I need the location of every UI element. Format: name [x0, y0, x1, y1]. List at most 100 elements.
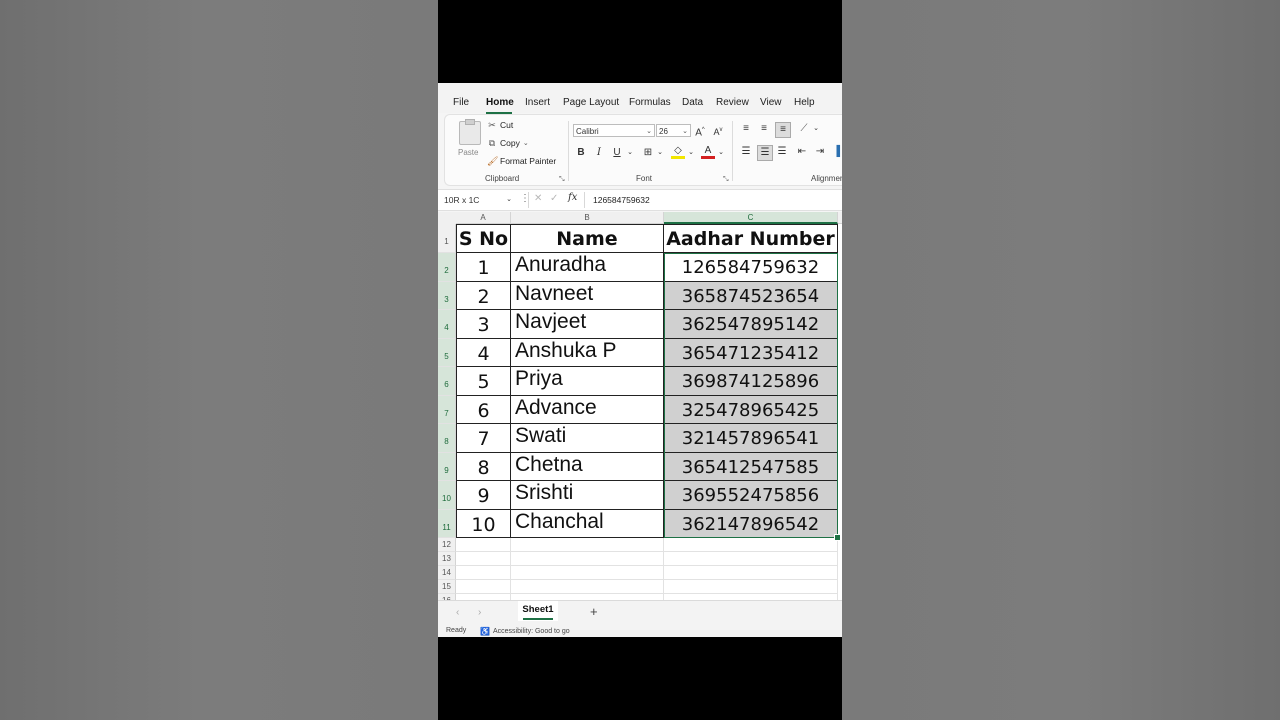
cancel-icon[interactable]: ✕ — [534, 193, 542, 204]
sno-cell[interactable]: 3 — [456, 310, 511, 339]
tab-review[interactable]: Review — [716, 97, 749, 108]
accessibility-status[interactable]: ♿ Accessibility: Good to go — [480, 627, 570, 636]
chevron-down-icon[interactable]: ⌄ — [623, 146, 637, 160]
column-header-d[interactable] — [838, 212, 842, 224]
name-cell[interactable]: Srishti — [511, 481, 664, 510]
column-header-c[interactable]: C — [664, 212, 838, 224]
name-cell[interactable]: Chetna — [511, 452, 664, 481]
fill-handle[interactable] — [834, 534, 841, 541]
empty-cell[interactable] — [664, 538, 838, 552]
align-left-icon[interactable]: ☰ — [739, 145, 753, 159]
empty-cell[interactable] — [511, 580, 664, 594]
empty-cell[interactable] — [511, 552, 664, 566]
chevron-down-icon[interactable]: ⌄ — [653, 146, 667, 160]
row-header[interactable]: 3 — [438, 281, 456, 310]
row-header[interactable]: 10 — [438, 481, 456, 510]
row-header[interactable]: 14 — [438, 566, 456, 580]
empty-cell[interactable] — [456, 538, 511, 552]
sheet-tab-sheet1[interactable]: Sheet1 — [518, 601, 558, 621]
row-header[interactable]: 5 — [438, 338, 456, 367]
chevron-down-icon[interactable]: ⌄ — [684, 146, 698, 160]
header-cell-sno[interactable]: S No — [456, 224, 511, 253]
formula-input[interactable]: 126584759632 — [593, 195, 650, 205]
top-align-icon[interactable]: ≡ — [739, 122, 753, 136]
aadhar-cell[interactable]: 362547895142 — [664, 310, 838, 339]
name-cell[interactable]: Priya — [511, 367, 664, 396]
chevron-down-icon[interactable]: ⌄ — [714, 146, 728, 160]
empty-cell[interactable] — [664, 580, 838, 594]
underline-button[interactable]: U — [610, 146, 624, 160]
name-cell[interactable]: Advance — [511, 395, 664, 424]
row-header[interactable]: 2 — [438, 253, 456, 282]
font-size-select[interactable]: 26 ⌄ — [656, 124, 691, 137]
sno-cell[interactable]: 5 — [456, 367, 511, 396]
column-header-a[interactable]: A — [456, 212, 511, 224]
cut-button[interactable]: ✂ Cut — [487, 120, 513, 130]
align-center-icon[interactable]: ☰ — [757, 145, 773, 161]
name-box[interactable]: 10R x 1C ⌄ — [444, 193, 514, 207]
aadhar-cell[interactable]: 365412547585 — [664, 452, 838, 481]
name-cell[interactable]: Swati — [511, 424, 664, 453]
row-header[interactable]: 7 — [438, 395, 456, 424]
aadhar-cell[interactable]: 325478965425 — [664, 395, 838, 424]
aadhar-cell[interactable]: 369874125896 — [664, 367, 838, 396]
clipboard-launcher-icon[interactable]: ⤡ — [559, 176, 565, 184]
aadhar-cell[interactable]: 126584759632 — [664, 253, 838, 282]
name-cell[interactable]: Navneet — [511, 281, 664, 310]
empty-cell[interactable] — [456, 552, 511, 566]
row-header[interactable]: 12 — [438, 538, 456, 552]
name-cell[interactable]: Chanchal — [511, 509, 664, 538]
font-color-icon[interactable]: A — [701, 145, 715, 159]
sno-cell[interactable]: 9 — [456, 481, 511, 510]
aadhar-cell[interactable]: 321457896541 — [664, 424, 838, 453]
name-cell[interactable]: Navjeet — [511, 310, 664, 339]
font-launcher-icon[interactable]: ⤡ — [723, 176, 729, 184]
tab-insert[interactable]: Insert — [525, 97, 550, 108]
header-cell-name[interactable]: Name — [511, 224, 664, 253]
tab-view[interactable]: View — [760, 97, 782, 108]
row-header[interactable]: 11 — [438, 509, 456, 538]
tab-formulas[interactable]: Formulas — [629, 97, 671, 108]
copy-button[interactable]: ⧉ Copy ⌄ — [487, 138, 529, 148]
empty-cell[interactable] — [456, 566, 511, 580]
tab-home[interactable]: Home — [486, 97, 514, 108]
empty-cell[interactable] — [511, 538, 664, 552]
paste-button[interactable]: Paste — [458, 148, 478, 157]
name-cell[interactable]: Anuradha — [511, 253, 664, 282]
align-right-icon[interactable]: ☰ — [775, 145, 789, 159]
aadhar-cell[interactable]: 365874523654 — [664, 281, 838, 310]
wrap-text-icon[interactable]: ▌ — [833, 145, 842, 159]
aadhar-cell[interactable]: 369552475856 — [664, 481, 838, 510]
row-header[interactable]: 8 — [438, 424, 456, 453]
header-cell-aadhar[interactable]: Aadhar Number — [664, 224, 838, 253]
chevron-left-icon[interactable]: ‹ — [456, 607, 459, 618]
italic-button[interactable]: I — [592, 146, 606, 160]
increase-font-icon[interactable]: A^ — [693, 123, 707, 138]
add-sheet-button[interactable]: + — [590, 604, 598, 619]
sno-cell[interactable]: 2 — [456, 281, 511, 310]
enter-icon[interactable]: ✓ — [550, 193, 558, 204]
aadhar-cell[interactable]: 362147896542 — [664, 509, 838, 538]
aadhar-cell[interactable]: 365471235412 — [664, 338, 838, 367]
bold-button[interactable]: B — [574, 146, 588, 160]
chevron-down-icon[interactable]: ⌄ — [809, 122, 823, 136]
tab-page-layout[interactable]: Page Layout — [563, 97, 619, 108]
sno-cell[interactable]: 10 — [456, 509, 511, 538]
increase-indent-icon[interactable]: ⇥ — [813, 145, 827, 159]
format-painter-button[interactable]: 🖌 Format Painter — [487, 156, 556, 166]
decrease-indent-icon[interactable]: ⇤ — [795, 145, 809, 159]
sno-cell[interactable]: 7 — [456, 424, 511, 453]
decrease-font-icon[interactable]: Av — [711, 123, 725, 137]
row-header[interactable]: 13 — [438, 552, 456, 566]
empty-cell[interactable] — [664, 552, 838, 566]
empty-cell[interactable] — [664, 566, 838, 580]
sno-cell[interactable]: 6 — [456, 395, 511, 424]
fill-color-icon[interactable]: ◇ — [671, 145, 685, 159]
middle-align-icon[interactable]: ≡ — [757, 122, 771, 136]
sno-cell[interactable]: 8 — [456, 452, 511, 481]
sno-cell[interactable]: 4 — [456, 338, 511, 367]
bottom-align-icon[interactable]: ≡ — [775, 122, 791, 138]
empty-cell[interactable] — [511, 566, 664, 580]
column-header-b[interactable]: B — [511, 212, 664, 224]
chevron-right-icon[interactable]: › — [478, 607, 481, 618]
